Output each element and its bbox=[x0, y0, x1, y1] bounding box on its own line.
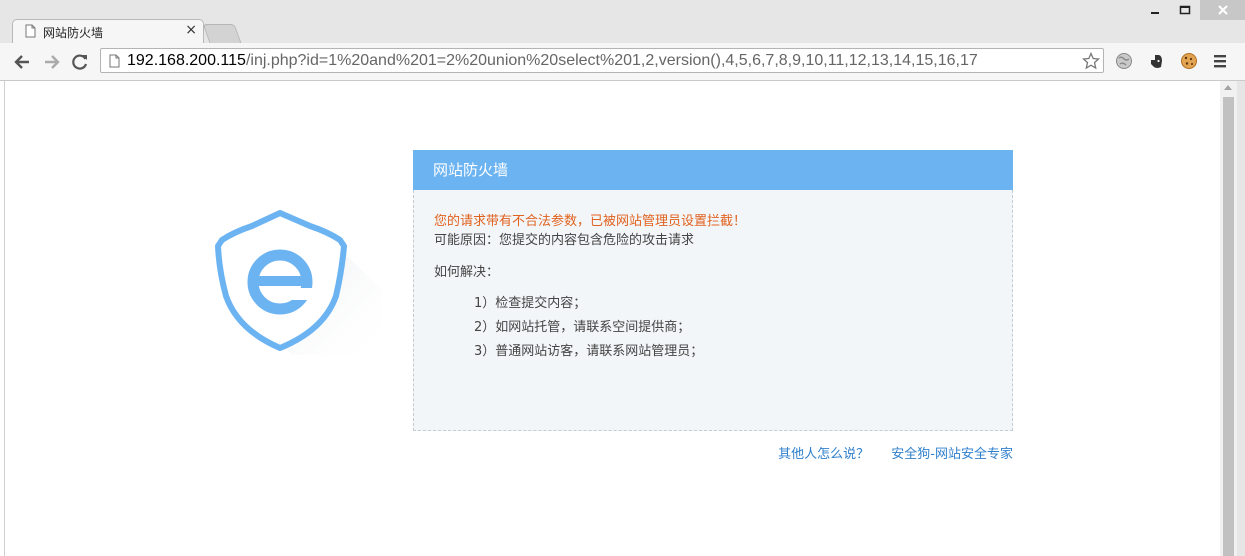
scroll-up-arrow-icon[interactable] bbox=[1224, 85, 1232, 90]
url-host: 192.168.200.115 bbox=[127, 52, 246, 69]
window-border bbox=[1237, 81, 1245, 556]
window-controls bbox=[1140, 0, 1245, 20]
safedog-brand-link[interactable]: 安全狗-网站安全专家 bbox=[891, 447, 1013, 462]
forward-icon[interactable] bbox=[42, 52, 62, 72]
footer-links: 其他人怎么说？ 安全狗-网站安全专家 bbox=[413, 443, 1013, 462]
minimize-icon[interactable] bbox=[1140, 0, 1170, 20]
page-icon bbox=[25, 24, 36, 38]
shield-e-logo-icon bbox=[215, 210, 382, 355]
bookmark-star-icon[interactable] bbox=[1082, 52, 1100, 70]
block-reason: 可能原因：您提交的内容包含危险的攻击请求 bbox=[434, 233, 695, 248]
solution-list: 1）检查提交内容； 2）如网站托管，请联系空间提供商； 3）普通网站访客，请联系… bbox=[434, 292, 992, 364]
list-item: 1）检查提交内容； bbox=[474, 296, 587, 311]
browser-tab[interactable]: 网站防火墙 × bbox=[12, 19, 204, 44]
menu-icon[interactable] bbox=[1211, 52, 1229, 70]
reload-icon[interactable] bbox=[70, 52, 90, 72]
firewall-panel: 网站防火墙 您的请求带有不合法参数，已被网站管理员设置拦截！ 可能原因：您提交的… bbox=[413, 150, 1013, 431]
new-tab-button[interactable] bbox=[202, 24, 242, 43]
address-bar[interactable]: 192.168.200.115/inj.php?id=1%20and%201=2… bbox=[100, 48, 1104, 73]
tab-close-icon[interactable]: × bbox=[185, 22, 197, 38]
others-say-link[interactable]: 其他人怎么说？ bbox=[778, 447, 869, 462]
back-icon[interactable] bbox=[12, 52, 32, 72]
browser-titlebar: 网站防火墙 × bbox=[0, 0, 1245, 44]
list-item: 2）如网站托管，请联系空间提供商； bbox=[474, 320, 691, 335]
howto-heading: 如何解决： bbox=[434, 265, 500, 280]
maximize-icon[interactable] bbox=[1170, 0, 1200, 20]
vertical-scrollbar[interactable] bbox=[1220, 81, 1237, 556]
panel-title: 网站防火墙 bbox=[413, 150, 1013, 190]
panel-body: 您的请求带有不合法参数，已被网站管理员设置拦截！ 可能原因：您提交的内容包含危险… bbox=[413, 190, 1013, 431]
browser-toolbar: 192.168.200.115/inj.php?id=1%20and%201=2… bbox=[0, 43, 1245, 81]
globe-extension-icon[interactable] bbox=[1115, 52, 1133, 70]
tab-title: 网站防火墙 bbox=[43, 26, 104, 40]
page-icon bbox=[109, 54, 120, 68]
scrollbar-thumb[interactable] bbox=[1223, 97, 1234, 556]
block-warning: 您的请求带有不合法参数，已被网站管理员设置拦截！ bbox=[434, 214, 747, 229]
window-close-icon[interactable] bbox=[1200, 0, 1245, 20]
list-item: 3）普通网站访客，请联系网站管理员； bbox=[474, 344, 704, 359]
url-text: 192.168.200.115/inj.php?id=1%20and%201=2… bbox=[127, 52, 978, 70]
evernote-extension-icon[interactable] bbox=[1147, 52, 1165, 70]
cookie-extension-icon[interactable] bbox=[1180, 52, 1198, 70]
url-path: /inj.php?id=1%20and%201=2%20union%20sele… bbox=[245, 52, 978, 69]
